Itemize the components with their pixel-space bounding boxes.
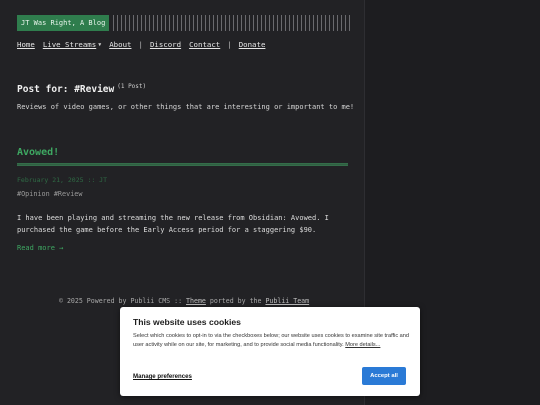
nav-about[interactable]: About (109, 40, 131, 49)
post-meta: February 21, 2025 :: JT (17, 176, 108, 184)
nav-contact[interactable]: Contact (189, 40, 220, 49)
nav-separator: | (138, 40, 143, 49)
post-title-link[interactable]: Avowed! (17, 147, 59, 158)
site-footer: © 2025 Powered by Publii CMS :: Theme po… (59, 297, 309, 305)
nav-discord[interactable]: Discord (150, 40, 181, 49)
main-nav: Home Live Streams ▼ About | Discord Cont… (17, 40, 353, 49)
site-logo[interactable]: JT Was Right, A Blog (17, 15, 110, 31)
title-divider (17, 163, 348, 166)
nav-donate[interactable]: Donate (239, 40, 266, 49)
manage-preferences-link[interactable]: Manage preferences (133, 373, 192, 380)
cookie-more-details-link[interactable]: More details... (345, 342, 380, 348)
cookie-text: Select which cookies to opt-in to via th… (133, 332, 409, 349)
nav-live-streams[interactable]: Live Streams (43, 40, 96, 49)
post-excerpt: I have been playing and streaming the ne… (17, 214, 329, 234)
logo-decoration (113, 15, 353, 31)
site-header: JT Was Right, A Blog (17, 14, 353, 32)
post-tags: #Opinion #Review (17, 190, 83, 198)
page-title-text: Post for: #Review (17, 84, 115, 95)
accept-all-button[interactable]: Accept all (362, 367, 406, 385)
footer-theme-link[interactable]: Theme (186, 297, 206, 305)
read-more-link[interactable]: Read more → (17, 244, 63, 252)
footer-team-link[interactable]: Publii Team (265, 297, 309, 305)
cookie-title: This website uses cookies (133, 317, 241, 327)
nav-separator: | (227, 40, 232, 49)
chevron-down-icon[interactable]: ▼ (98, 42, 101, 48)
page-header: JT Was Right, A Blog Home Live Streams ▼… (17, 14, 353, 49)
footer-middle: ported by the (205, 297, 266, 305)
footer-prefix: © 2025 Powered by Publii CMS :: (59, 297, 187, 305)
tag-description: Reviews of video games, or other things … (17, 103, 355, 111)
cookie-banner: This website uses cookies Select which c… (120, 307, 420, 396)
page-title: Post for: #Review (1 Post) (17, 83, 146, 95)
post-count: (1 Post) (117, 83, 147, 90)
nav-home[interactable]: Home (17, 40, 35, 49)
